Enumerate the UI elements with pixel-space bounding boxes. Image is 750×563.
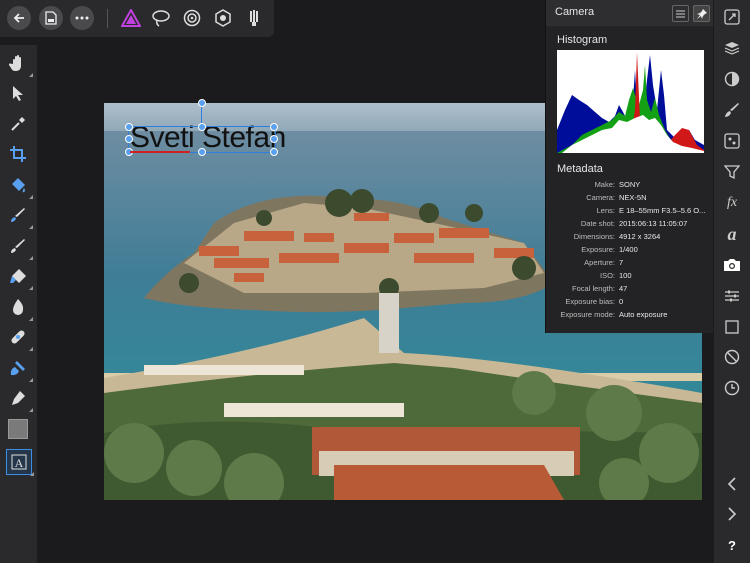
toolbar-divider [107,9,108,28]
erase-brush-icon[interactable] [6,264,33,290]
color-swatch-icon[interactable] [6,417,30,441]
metadata-row: Exposure mode: Auto exposure [560,310,668,319]
metadata-row: Make: SONY [594,180,641,189]
redo-icon[interactable] [721,503,743,525]
move-icon[interactable] [6,81,30,105]
resize-handle[interactable] [270,123,278,131]
channels-icon[interactable] [721,130,743,152]
brushes-icon[interactable] [721,99,743,121]
metadata-row: ISO: 100 [599,271,632,280]
hand-icon[interactable] [6,51,33,77]
selection-brush-icon[interactable] [6,203,33,229]
histogram [557,50,704,153]
burn-brush-icon[interactable] [6,295,33,321]
top-toolbar [0,0,274,37]
filters-icon[interactable] [721,161,743,183]
color-picker-icon[interactable] [6,112,30,136]
resize-handle[interactable] [125,135,133,143]
resize-handle[interactable] [270,148,278,156]
back-icon[interactable] [7,6,31,30]
metadata-row: Date shot: 2015:06:13 11:05:07 [580,219,688,228]
resize-handle[interactable] [198,148,206,156]
tools-panel: A [0,45,37,563]
photo-persona-icon[interactable] [120,7,142,29]
help-icon[interactable]: ? [721,534,743,556]
studio-panel-bar: fx a ? [714,0,750,563]
text-styles-icon[interactable]: a [721,223,743,245]
liquify-persona-icon[interactable] [181,7,203,29]
metadata-row: Exposure: 1/400 [581,245,638,254]
camera-icon[interactable] [721,254,743,276]
fx-icon[interactable]: fx [721,192,743,214]
panel-title: Camera [555,6,595,18]
paint-brush-icon[interactable] [6,234,33,260]
metadata-row: Camera: NEX-5N [586,193,647,202]
metadata-row: Aperture: 7 [584,258,624,267]
transform-icon[interactable] [721,285,743,307]
rotate-handle[interactable] [198,99,206,107]
spellcheck-underline [130,151,190,153]
clone-brush-icon[interactable] [6,356,33,382]
pen-icon[interactable] [6,386,33,412]
document-icon[interactable] [39,6,63,30]
crop-icon[interactable] [6,142,30,166]
camera-panel: Camera Histogram Metadata Make: SONY Came… [545,0,713,333]
history-icon[interactable] [721,377,743,399]
metadata-title: Metadata [557,163,603,175]
more-icon[interactable] [70,6,94,30]
layers-icon[interactable] [721,37,743,59]
metadata-row: Exposure bias: 0 [565,297,624,306]
healing-brush-icon[interactable] [6,325,33,351]
undo-icon[interactable] [721,473,743,495]
no-entry-icon[interactable] [721,346,743,368]
navigator-icon[interactable] [721,6,743,28]
metadata-row: Lens: E 18–55mm F3.5–5.6 O... [596,206,706,215]
text-icon[interactable]: A [6,449,34,476]
panel-menu-icon[interactable] [672,5,689,22]
crop-square-icon[interactable] [721,316,743,338]
pin-icon[interactable] [693,5,710,22]
metadata-row: Dimensions: 4912 x 3264 [573,232,661,241]
lasso-persona-icon[interactable] [150,7,172,29]
adjustments-icon[interactable] [721,68,743,90]
resize-handle[interactable] [198,123,206,131]
histogram-title: Histogram [557,34,608,46]
resize-handle[interactable] [270,135,278,143]
svg-text:A: A [15,456,24,470]
text-layer[interactable]: Sveti Stefan [125,99,286,156]
flood-fill-icon[interactable] [6,173,33,199]
resize-handle[interactable] [125,123,133,131]
metadata-row: Focal length: 47 [572,284,628,293]
develop-persona-icon[interactable] [212,7,234,29]
tone-mapping-persona-icon[interactable] [243,7,265,29]
panel-header: Camera [546,0,713,26]
